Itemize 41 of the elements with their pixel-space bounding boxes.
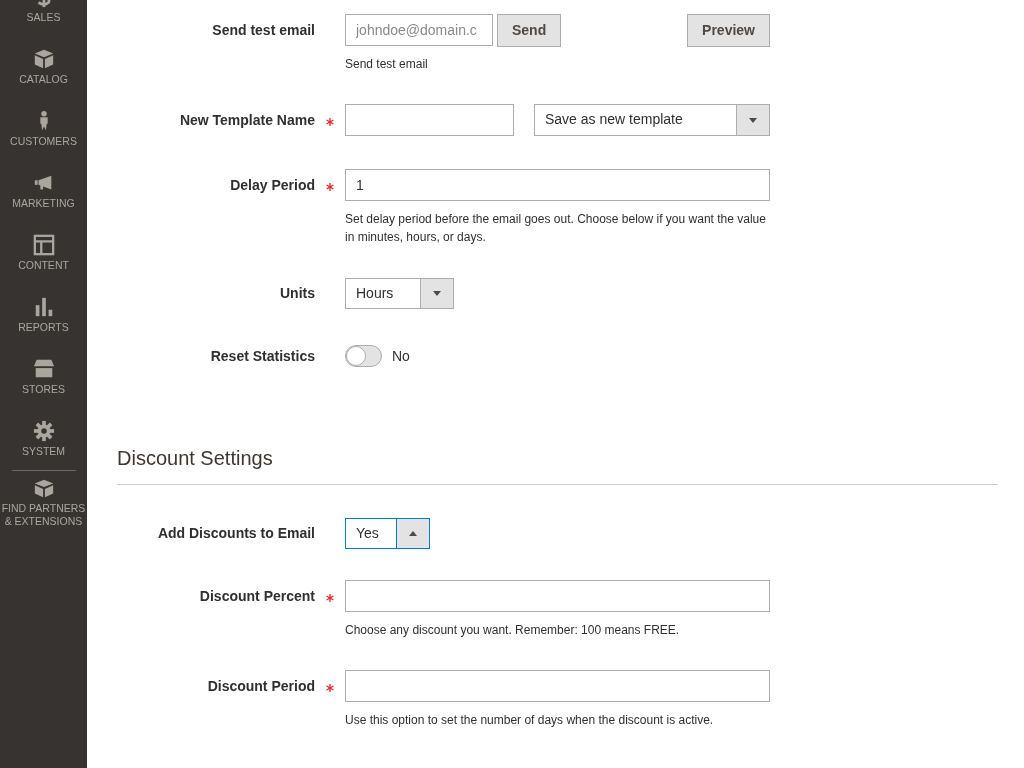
field-note: Use this option to set the number of days when the discount is active. — [345, 712, 715, 729]
field-note: Choose any discount you want. Remember: 100 means FREE. — [345, 622, 681, 639]
sidebar-item[interactable]: REPORTS — [0, 284, 87, 346]
section-heading: Discount Settings — [117, 446, 274, 471]
sidebar-item[interactable]: CATALOG — [0, 36, 87, 98]
dropdown[interactable]: Save as new template — [534, 104, 770, 136]
dropdown[interactable]: Hours — [345, 277, 454, 309]
text-field[interactable]: 1 — [345, 169, 770, 201]
sidebar-item[interactable]: CONTENT — [0, 222, 87, 284]
text-field[interactable] — [345, 104, 514, 136]
field-label: Send test email — [212, 22, 315, 38]
text-field[interactable] — [345, 580, 770, 612]
storefront-icon — [32, 358, 55, 380]
field-label: Discount Percent — [199, 588, 315, 604]
preview-button[interactable]: Preview — [687, 13, 770, 47]
field-label: New Template Name — [179, 112, 315, 128]
dropdown[interactable]: Yes — [345, 517, 430, 549]
text-field[interactable] — [345, 670, 770, 702]
field-label: Add Discounts to Email — [157, 525, 315, 541]
sidebar-item[interactable]: STORES — [0, 346, 87, 408]
field-label: Delay Period — [230, 177, 315, 193]
sidebar-item[interactable]: CUSTOMERS — [0, 98, 87, 160]
field-label: Reset Statistics — [210, 348, 315, 364]
caret-icon — [433, 290, 441, 296]
field-label: Discount Period — [207, 678, 315, 694]
send-button[interactable]: Send — [497, 13, 562, 47]
toggle-switch[interactable] — [345, 345, 382, 367]
field-note: Send test email — [345, 56, 429, 73]
box-icon — [32, 48, 55, 70]
field-note: Set delay period before the email goes out. Choose below if you want the value in minutes, hours, or days. — [345, 211, 767, 246]
email-field[interactable]: johndoe@domain.c — [345, 14, 493, 46]
toggle-label: No — [392, 348, 410, 364]
layout-icon — [32, 234, 55, 256]
sidebar-item[interactable]: MARKETING — [0, 160, 87, 222]
sidebar-item[interactable]: SALES — [0, 0, 87, 36]
settings-icon — [32, 420, 55, 442]
field-label: Units — [280, 285, 315, 301]
sidebar-item[interactable]: FIND PARTNERS & EXTENSIONS — [0, 471, 87, 533]
caret-icon — [409, 530, 417, 536]
caret-icon — [749, 117, 757, 123]
sidebar-item[interactable]: SYSTEM — [0, 408, 87, 470]
